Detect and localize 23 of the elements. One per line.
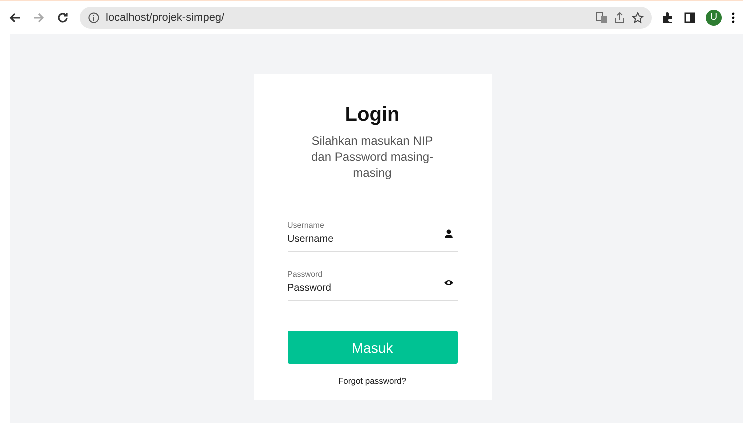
field-input[interactable]: Password — [288, 283, 418, 294]
login-subtitle: Silahkan masukan NIP dan Password masing-masing — [310, 133, 435, 181]
info-icon[interactable] — [88, 12, 100, 24]
more-icon[interactable] — [732, 12, 735, 24]
translate-icon[interactable] — [596, 12, 608, 24]
password-field[interactable]: Password Password — [288, 270, 458, 301]
username-field[interactable]: Username Username — [288, 221, 458, 252]
side-panel-icon[interactable] — [684, 12, 696, 24]
url-text: localhost/projek-simpeg/ — [106, 12, 225, 24]
star-icon[interactable] — [632, 12, 644, 24]
field-input[interactable]: Username — [288, 234, 418, 245]
login-title: Login — [345, 104, 400, 127]
field-label: Password — [288, 270, 324, 279]
share-icon[interactable] — [614, 12, 626, 24]
back-icon[interactable] — [8, 10, 22, 24]
reload-icon[interactable] — [56, 10, 70, 24]
eye-icon[interactable] — [444, 278, 454, 288]
forgot-password-link[interactable]: Forgot password? — [338, 376, 407, 386]
address-bar[interactable]: localhost/projek-simpeg/ — [80, 6, 652, 28]
person-icon — [444, 229, 454, 239]
puzzle-icon[interactable] — [662, 12, 674, 24]
field-label: Username — [288, 221, 326, 230]
profile-avatar[interactable]: U — [706, 10, 722, 26]
